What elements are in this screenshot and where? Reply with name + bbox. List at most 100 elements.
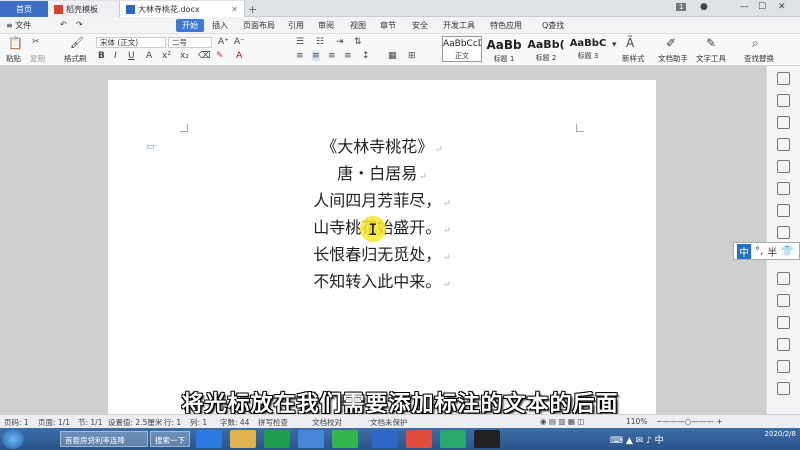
superscript-icon[interactable]: x² bbox=[162, 51, 171, 61]
menu-security[interactable]: 安全 bbox=[412, 20, 428, 31]
font-size-select[interactable]: 二号 bbox=[168, 37, 212, 48]
text-tools-icon[interactable]: ✎ bbox=[706, 36, 716, 50]
line-spacing-icon[interactable]: ↕ bbox=[362, 51, 370, 61]
paste-icon[interactable]: 📋 bbox=[8, 36, 23, 50]
sidebar-tool-icon[interactable] bbox=[777, 116, 790, 129]
tab-document[interactable]: 大林寺桃花.docx ✕ bbox=[120, 1, 245, 17]
doc-helper-button[interactable]: 文档助手 bbox=[658, 53, 688, 64]
iqiyi-icon[interactable] bbox=[440, 430, 466, 448]
start-button[interactable] bbox=[2, 429, 24, 449]
menu-page-layout[interactable]: 页面布局 bbox=[243, 20, 275, 31]
menu-start[interactable]: 开始 bbox=[176, 19, 204, 32]
sidebar-tool-icon[interactable] bbox=[777, 138, 790, 151]
align-left-icon[interactable]: ≡ bbox=[296, 51, 304, 61]
paste-button[interactable]: 粘贴 bbox=[6, 53, 21, 64]
format-painter-button[interactable]: 格式刷 bbox=[64, 53, 87, 64]
menu-chapter[interactable]: 章节 bbox=[380, 20, 396, 31]
sidebar-tool-icon[interactable] bbox=[777, 338, 790, 351]
explorer-icon[interactable] bbox=[230, 430, 256, 448]
menu-insert[interactable]: 插入 bbox=[212, 20, 228, 31]
align-right-icon[interactable]: ≡ bbox=[328, 51, 336, 61]
bullets-icon[interactable]: ☰ bbox=[296, 37, 304, 47]
style-heading-1[interactable]: AaBb 标题 1 bbox=[484, 36, 524, 63]
notification-badge[interactable]: 1 bbox=[676, 3, 687, 11]
style-normal[interactable]: AaBbCcDd 正文 bbox=[442, 36, 482, 62]
sort-icon[interactable]: ⇅ bbox=[354, 37, 362, 47]
new-style-icon[interactable]: Ā bbox=[626, 36, 634, 50]
chrome-icon[interactable] bbox=[406, 430, 432, 448]
close-window-icon[interactable]: ✕ bbox=[778, 2, 786, 12]
user-avatar-icon[interactable]: ● bbox=[700, 2, 708, 12]
sidebar-tool-icon[interactable] bbox=[777, 94, 790, 107]
sidebar-tool-icon[interactable] bbox=[777, 72, 790, 85]
justify-icon[interactable]: ≡ bbox=[344, 51, 352, 61]
recorder-icon[interactable] bbox=[474, 430, 500, 448]
ie-icon[interactable] bbox=[196, 430, 222, 448]
ime-punctuation[interactable]: °, bbox=[755, 246, 763, 257]
find-replace-button[interactable]: 查找替换 bbox=[744, 53, 774, 64]
sidebar-tool-icon[interactable] bbox=[777, 316, 790, 329]
style-heading-3[interactable]: AaBbC 标题 3 bbox=[568, 36, 608, 62]
text-tools-button[interactable]: 文字工具 bbox=[696, 53, 726, 64]
menu-references[interactable]: 引用 bbox=[288, 20, 304, 31]
tab-templates[interactable]: 稻壳模板 bbox=[48, 1, 120, 17]
ime-toolbar[interactable]: 中 °, 半 👕 bbox=[733, 242, 800, 260]
font-name-select[interactable]: 宋体 (正文) bbox=[96, 37, 166, 48]
bold-icon[interactable]: B bbox=[98, 51, 105, 61]
italic-icon[interactable]: I bbox=[114, 51, 117, 61]
spellcheck-button[interactable]: 拼写检查 bbox=[258, 417, 288, 428]
maximize-icon[interactable]: ☐ bbox=[758, 2, 766, 12]
doc-helper-icon[interactable]: ✐ bbox=[666, 36, 676, 50]
cloud-icon[interactable] bbox=[298, 430, 324, 448]
ime-skin-icon[interactable]: 👕 bbox=[781, 246, 793, 257]
menu-developer[interactable]: 开发工具 bbox=[443, 20, 475, 31]
copy-button[interactable]: 复制 bbox=[30, 53, 45, 64]
new-tab-icon[interactable]: + bbox=[248, 3, 257, 16]
style-heading-2[interactable]: AaBb( 标题 2 bbox=[526, 36, 566, 62]
sidebar-tool-icon[interactable] bbox=[777, 160, 790, 173]
shrink-font-icon[interactable]: A⁻ bbox=[234, 37, 245, 47]
taskbar-search[interactable]: 搜索一下 bbox=[150, 431, 190, 447]
zoom-level[interactable]: 110% bbox=[626, 417, 647, 426]
minimize-icon[interactable]: — bbox=[740, 2, 749, 12]
styles-more-icon[interactable]: ▾ bbox=[612, 40, 617, 50]
font-effect-icon[interactable]: A bbox=[146, 51, 152, 61]
redo-icon[interactable]: ↷ bbox=[76, 20, 83, 29]
ime-width[interactable]: 半 bbox=[767, 244, 777, 259]
excel-icon[interactable] bbox=[264, 430, 290, 448]
document-page[interactable]: ▭· 《大林寺桃花》↵ 唐・白居易↵ 人间四月芳菲尽，↵ 山寺桃花始盛开。↵ 长… bbox=[108, 80, 656, 414]
tab-home[interactable]: 首页 bbox=[0, 1, 48, 17]
sidebar-tool-icon[interactable] bbox=[777, 204, 790, 217]
protection-status[interactable]: 文档未保护 bbox=[370, 417, 408, 428]
find-replace-icon[interactable]: ⌕ bbox=[752, 36, 759, 51]
format-painter-icon[interactable]: 🖌 bbox=[70, 36, 84, 49]
ime-mode[interactable]: 中 bbox=[737, 243, 751, 259]
cut-icon[interactable]: ✂ bbox=[32, 37, 40, 47]
menu-file[interactable]: ≡ 文件 bbox=[6, 20, 31, 31]
status-wordcount[interactable]: 字数: 44 bbox=[220, 417, 249, 428]
undo-icon[interactable]: ↶ bbox=[60, 20, 67, 29]
sidebar-tool-icon[interactable] bbox=[777, 182, 790, 195]
wechat-icon[interactable] bbox=[332, 430, 358, 448]
zoom-slider[interactable]: −———○——— + bbox=[656, 417, 723, 426]
menu-review[interactable]: 审阅 bbox=[318, 20, 334, 31]
sidebar-tool-icon[interactable] bbox=[777, 272, 790, 285]
system-clock[interactable]: 2020/2/8 bbox=[765, 430, 796, 439]
shading-icon[interactable]: ▦ bbox=[388, 51, 397, 61]
new-style-button[interactable]: 新样式 bbox=[622, 53, 645, 64]
sidebar-tool-icon[interactable] bbox=[777, 360, 790, 373]
indent-icon[interactable]: ⇥ bbox=[336, 37, 344, 47]
align-center-icon[interactable]: ≡ bbox=[312, 51, 320, 61]
tray-icons[interactable]: ⌨ ▲ ✉ ♪ 中 bbox=[610, 433, 664, 446]
doc-proof-button[interactable]: 文档校对 bbox=[312, 417, 342, 428]
font-color-icon[interactable]: A bbox=[236, 51, 242, 61]
menu-search[interactable]: Q查找 bbox=[542, 20, 564, 31]
menu-view[interactable]: 视图 bbox=[350, 20, 366, 31]
clear-format-icon[interactable]: ⌫ bbox=[198, 51, 211, 61]
close-tab-icon[interactable]: ✕ bbox=[231, 5, 238, 14]
underline-icon[interactable]: U bbox=[128, 51, 135, 61]
view-mode-icons[interactable]: ◉ ▤ ▥ ▦ ◫ bbox=[540, 417, 584, 426]
numbering-icon[interactable]: ☷ bbox=[316, 37, 324, 47]
highlight-icon[interactable]: ✎ bbox=[216, 51, 224, 61]
poem-text[interactable]: 《大林寺桃花》↵ 唐・白居易↵ 人间四月芳菲尽，↵ 山寺桃花始盛开。↵ 长恨春归… bbox=[108, 135, 656, 297]
